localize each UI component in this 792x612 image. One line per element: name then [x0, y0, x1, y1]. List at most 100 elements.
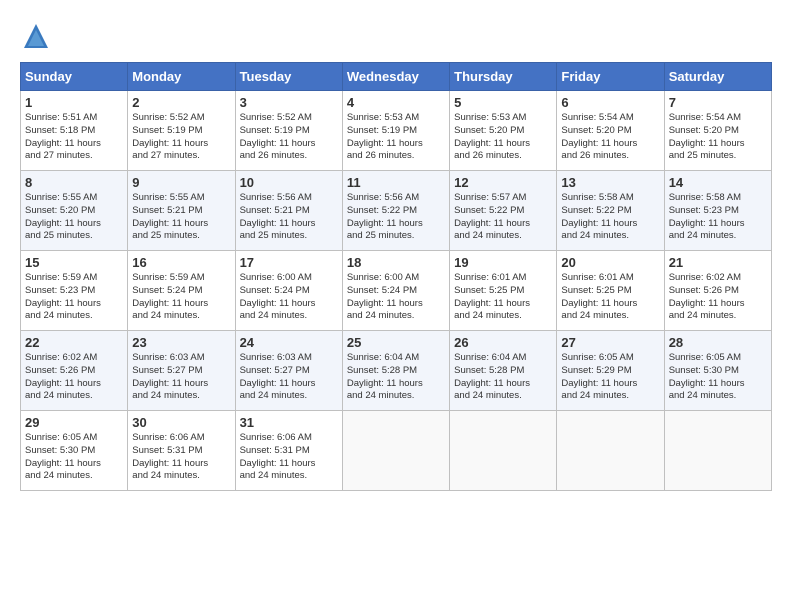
- calendar-week-0: 1 Sunrise: 5:51 AM Sunset: 5:18 PM Daylig…: [21, 91, 772, 171]
- day-detail: Sunrise: 6:02 AM Sunset: 5:26 PM Dayligh…: [669, 272, 767, 323]
- day-detail: Sunrise: 5:56 AM Sunset: 5:22 PM Dayligh…: [347, 192, 445, 243]
- day-detail: Sunrise: 5:52 AM Sunset: 5:19 PM Dayligh…: [240, 112, 338, 163]
- day-number: 9: [132, 175, 230, 190]
- day-number: 31: [240, 415, 338, 430]
- calendar-day: 21 Sunrise: 6:02 AM Sunset: 5:26 PM Dayli…: [664, 251, 771, 331]
- calendar-day: [450, 411, 557, 491]
- day-detail: Sunrise: 5:53 AM Sunset: 5:20 PM Dayligh…: [454, 112, 552, 163]
- calendar-day: 9 Sunrise: 5:55 AM Sunset: 5:21 PM Daylig…: [128, 171, 235, 251]
- calendar-day: 7 Sunrise: 5:54 AM Sunset: 5:20 PM Daylig…: [664, 91, 771, 171]
- day-detail: Sunrise: 6:05 AM Sunset: 5:30 PM Dayligh…: [25, 432, 123, 483]
- calendar-day: 8 Sunrise: 5:55 AM Sunset: 5:20 PM Daylig…: [21, 171, 128, 251]
- day-number: 14: [669, 175, 767, 190]
- calendar-day: 18 Sunrise: 6:00 AM Sunset: 5:24 PM Dayli…: [342, 251, 449, 331]
- calendar-week-2: 15 Sunrise: 5:59 AM Sunset: 5:23 PM Dayli…: [21, 251, 772, 331]
- day-detail: Sunrise: 6:04 AM Sunset: 5:28 PM Dayligh…: [454, 352, 552, 403]
- calendar-day: 28Sunrise: 6:05 AM Sunset: 5:30 PM Dayli…: [664, 331, 771, 411]
- calendar-day: 2Sunrise: 5:52 AM Sunset: 5:19 PM Daylig…: [128, 91, 235, 171]
- day-number: 11: [347, 175, 445, 190]
- day-number: 4: [347, 95, 445, 110]
- day-detail: Sunrise: 5:56 AM Sunset: 5:21 PM Dayligh…: [240, 192, 338, 243]
- header-wednesday: Wednesday: [342, 63, 449, 91]
- calendar-day: 16 Sunrise: 5:59 AM Sunset: 5:24 PM Dayli…: [128, 251, 235, 331]
- calendar-day: 27Sunrise: 6:05 AM Sunset: 5:29 PM Dayli…: [557, 331, 664, 411]
- day-detail: Sunrise: 6:03 AM Sunset: 5:27 PM Dayligh…: [240, 352, 338, 403]
- day-detail: Sunrise: 6:06 AM Sunset: 5:31 PM Dayligh…: [132, 432, 230, 483]
- calendar-day: 15 Sunrise: 5:59 AM Sunset: 5:23 PM Dayli…: [21, 251, 128, 331]
- day-number: 17: [240, 255, 338, 270]
- day-detail: Sunrise: 5:57 AM Sunset: 5:22 PM Dayligh…: [454, 192, 552, 243]
- calendar-day: 4 Sunrise: 5:53 AM Sunset: 5:19 PM Daylig…: [342, 91, 449, 171]
- day-detail: Sunrise: 5:59 AM Sunset: 5:23 PM Dayligh…: [25, 272, 123, 323]
- day-number: 24: [240, 335, 338, 350]
- header-friday: Friday: [557, 63, 664, 91]
- header-monday: Monday: [128, 63, 235, 91]
- day-detail: Sunrise: 6:01 AM Sunset: 5:25 PM Dayligh…: [454, 272, 552, 323]
- day-detail: Sunrise: 5:53 AM Sunset: 5:19 PM Dayligh…: [347, 112, 445, 163]
- day-number: 8: [25, 175, 123, 190]
- calendar-day: 31 Sunrise: 6:06 AM Sunset: 5:31 PM Dayli…: [235, 411, 342, 491]
- calendar-day: 5 Sunrise: 5:53 AM Sunset: 5:20 PM Daylig…: [450, 91, 557, 171]
- calendar-day: 14 Sunrise: 5:58 AM Sunset: 5:23 PM Dayli…: [664, 171, 771, 251]
- calendar-header-row: SundayMondayTuesdayWednesdayThursdayFrid…: [21, 63, 772, 91]
- calendar-day: 11 Sunrise: 5:56 AM Sunset: 5:22 PM Dayli…: [342, 171, 449, 251]
- header-saturday: Saturday: [664, 63, 771, 91]
- day-number: 21: [669, 255, 767, 270]
- day-detail: Sunrise: 5:54 AM Sunset: 5:20 PM Dayligh…: [669, 112, 767, 163]
- day-detail: Sunrise: 6:03 AM Sunset: 5:27 PM Dayligh…: [132, 352, 230, 403]
- calendar-week-3: 22Sunrise: 6:02 AM Sunset: 5:26 PM Dayli…: [21, 331, 772, 411]
- calendar-day: 20Sunrise: 6:01 AM Sunset: 5:25 PM Dayli…: [557, 251, 664, 331]
- day-detail: Sunrise: 5:59 AM Sunset: 5:24 PM Dayligh…: [132, 272, 230, 323]
- logo-icon: [20, 20, 52, 52]
- header: [20, 20, 772, 52]
- day-number: 5: [454, 95, 552, 110]
- day-number: 1: [25, 95, 123, 110]
- day-number: 13: [561, 175, 659, 190]
- calendar-day: 17 Sunrise: 6:00 AM Sunset: 5:24 PM Dayli…: [235, 251, 342, 331]
- day-detail: Sunrise: 5:58 AM Sunset: 5:22 PM Dayligh…: [561, 192, 659, 243]
- calendar-day: [664, 411, 771, 491]
- calendar-day: 22Sunrise: 6:02 AM Sunset: 5:26 PM Dayli…: [21, 331, 128, 411]
- day-number: 23: [132, 335, 230, 350]
- day-detail: Sunrise: 6:06 AM Sunset: 5:31 PM Dayligh…: [240, 432, 338, 483]
- day-detail: Sunrise: 5:54 AM Sunset: 5:20 PM Dayligh…: [561, 112, 659, 163]
- day-number: 7: [669, 95, 767, 110]
- calendar-day: 3Sunrise: 5:52 AM Sunset: 5:19 PM Daylig…: [235, 91, 342, 171]
- calendar-day: 1 Sunrise: 5:51 AM Sunset: 5:18 PM Daylig…: [21, 91, 128, 171]
- header-tuesday: Tuesday: [235, 63, 342, 91]
- header-thursday: Thursday: [450, 63, 557, 91]
- day-number: 12: [454, 175, 552, 190]
- calendar-day: 25Sunrise: 6:04 AM Sunset: 5:28 PM Dayli…: [342, 331, 449, 411]
- day-detail: Sunrise: 5:55 AM Sunset: 5:21 PM Dayligh…: [132, 192, 230, 243]
- calendar-day: 10Sunrise: 5:56 AM Sunset: 5:21 PM Dayli…: [235, 171, 342, 251]
- calendar-week-4: 29 Sunrise: 6:05 AM Sunset: 5:30 PM Dayli…: [21, 411, 772, 491]
- day-detail: Sunrise: 5:51 AM Sunset: 5:18 PM Dayligh…: [25, 112, 123, 163]
- calendar-day: [342, 411, 449, 491]
- day-detail: Sunrise: 5:55 AM Sunset: 5:20 PM Dayligh…: [25, 192, 123, 243]
- day-number: 18: [347, 255, 445, 270]
- calendar-day: 6 Sunrise: 5:54 AM Sunset: 5:20 PM Daylig…: [557, 91, 664, 171]
- calendar-day: 30 Sunrise: 6:06 AM Sunset: 5:31 PM Dayli…: [128, 411, 235, 491]
- header-sunday: Sunday: [21, 63, 128, 91]
- calendar-week-1: 8 Sunrise: 5:55 AM Sunset: 5:20 PM Daylig…: [21, 171, 772, 251]
- day-number: 16: [132, 255, 230, 270]
- day-detail: Sunrise: 6:00 AM Sunset: 5:24 PM Dayligh…: [347, 272, 445, 323]
- day-number: 27: [561, 335, 659, 350]
- day-number: 30: [132, 415, 230, 430]
- day-number: 6: [561, 95, 659, 110]
- day-detail: Sunrise: 6:05 AM Sunset: 5:30 PM Dayligh…: [669, 352, 767, 403]
- day-number: 22: [25, 335, 123, 350]
- day-number: 25: [347, 335, 445, 350]
- day-detail: Sunrise: 6:00 AM Sunset: 5:24 PM Dayligh…: [240, 272, 338, 323]
- logo: [20, 20, 56, 52]
- calendar-day: 19 Sunrise: 6:01 AM Sunset: 5:25 PM Dayli…: [450, 251, 557, 331]
- calendar-day: 26Sunrise: 6:04 AM Sunset: 5:28 PM Dayli…: [450, 331, 557, 411]
- calendar-day: 13 Sunrise: 5:58 AM Sunset: 5:22 PM Dayli…: [557, 171, 664, 251]
- day-number: 29: [25, 415, 123, 430]
- day-number: 19: [454, 255, 552, 270]
- day-number: 15: [25, 255, 123, 270]
- day-detail: Sunrise: 5:58 AM Sunset: 5:23 PM Dayligh…: [669, 192, 767, 243]
- day-number: 2: [132, 95, 230, 110]
- calendar-day: 23 Sunrise: 6:03 AM Sunset: 5:27 PM Dayli…: [128, 331, 235, 411]
- day-number: 20: [561, 255, 659, 270]
